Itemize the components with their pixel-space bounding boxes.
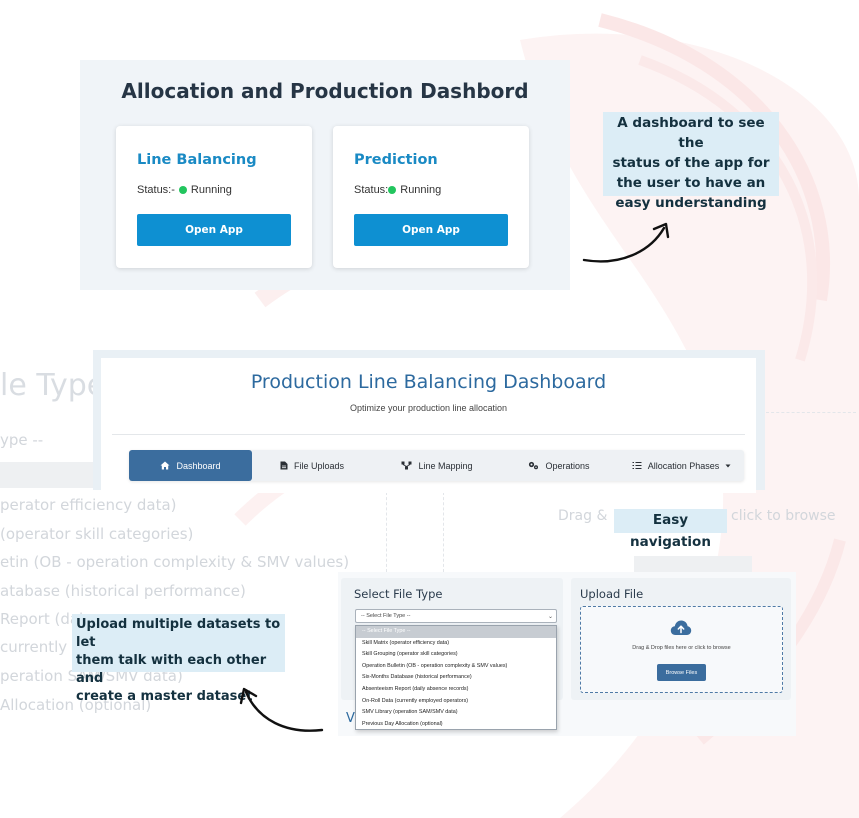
tab-label: File Uploads	[293, 460, 345, 471]
callout-line: the user to have an	[616, 175, 766, 191]
app-card-title: Prediction	[354, 152, 438, 168]
dashboard-subtitle: Optimize your production line allocation	[349, 403, 508, 413]
chevron-down-icon: ⌄	[547, 614, 553, 620]
ghost-line: etin (OB - operation complexity & SMV va…	[0, 553, 350, 571]
caret-down-icon	[725, 464, 731, 467]
status-value: Running	[400, 184, 442, 196]
status-row: Status: Running	[354, 184, 441, 196]
tab-file-uploads[interactable]: File Uploads	[257, 450, 367, 481]
nav-bar: Dashboard File Uploads Line Mapping Oper…	[129, 450, 744, 481]
open-app-button[interactable]: Open App	[354, 214, 508, 246]
status-dot-icon	[388, 186, 397, 194]
ghost-drag-hint: Drag &	[558, 508, 608, 524]
callout-line: them talk with each other and	[76, 653, 267, 686]
callout-line: status of the app for	[612, 155, 770, 171]
list-icon	[632, 461, 642, 470]
callout-upload: Upload multiple datasets to let them tal…	[72, 614, 285, 704]
cloud-upload-icon	[670, 620, 692, 635]
callout-line: Upload multiple datasets to let	[76, 617, 281, 650]
arrow-icon	[239, 687, 324, 732]
file-type-title: Select File Type	[354, 587, 443, 601]
gears-icon	[529, 461, 539, 470]
dropdown-option[interactable]: Skill Matrix (operator efficiency data)	[356, 638, 556, 650]
production-dashboard-panel: Production Line Balancing Dashboard Opti…	[101, 358, 756, 493]
ghost-drag-hint: click to browse	[731, 508, 836, 524]
app-card-prediction: Prediction Status: Running Open App	[333, 126, 529, 268]
tab-dashboard[interactable]: Dashboard	[129, 450, 252, 481]
open-app-button[interactable]: Open App	[137, 214, 291, 246]
dropdown-option[interactable]: SMV Library (operation SAM/SMV data)	[356, 707, 556, 719]
partial-text: V	[346, 711, 355, 726]
dropdown-option[interactable]: -- Select File Type --	[356, 626, 556, 638]
ghost-title: le Type	[0, 368, 106, 403]
ghost-line: (operator skill categories)	[0, 525, 194, 543]
dropdown-option[interactable]: Previous Day Allocation (optional)	[356, 719, 556, 731]
status-row: Status:- Running	[137, 184, 232, 196]
tab-label: Allocation Phases	[647, 460, 720, 471]
file-type-select[interactable]: -- Select File Type -- ⌄	[355, 609, 557, 623]
ghost-divider	[766, 412, 856, 413]
ghost-select-bar	[0, 462, 100, 488]
callout-line: easy understanding	[615, 195, 767, 211]
file-type-dropdown: -- Select File Type -- Skill Matrix (ope…	[355, 625, 557, 730]
status-value: Running	[190, 184, 232, 196]
ghost-line: atabase (historical performance)	[0, 582, 246, 600]
dashboard-title: Production Line Balancing Dashboard	[250, 371, 607, 393]
tab-line-mapping[interactable]: Line Mapping	[377, 450, 497, 481]
dropdown-option[interactable]: Operation Bulletin (OB - operation compl…	[356, 661, 556, 673]
tab-operations[interactable]: Operations	[504, 450, 614, 481]
arrow-icon	[582, 222, 670, 263]
app-card-line-balancing: Line Balancing Status:- Running Open App	[116, 126, 312, 268]
allocation-dashboard-panel: Allocation and Production Dashbord Line …	[80, 60, 570, 290]
ghost-line: Report (dai	[0, 610, 84, 628]
status-label: Status:-	[137, 184, 175, 196]
callout-line: A dashboard to see the	[617, 115, 765, 151]
app-card-title: Line Balancing	[137, 152, 257, 168]
upload-file-title: Upload File	[580, 587, 644, 601]
tab-label: Operations	[545, 460, 590, 471]
select-value: -- Select File Type --	[361, 613, 411, 619]
status-label: Status:	[354, 184, 389, 196]
tab-label: Line Mapping	[418, 460, 473, 471]
ghost-divider	[443, 492, 444, 572]
dropdown-option[interactable]: Absenteeism Report (daily absence record…	[356, 684, 556, 696]
dropdown-option[interactable]: On-Roll Data (currently employed operato…	[356, 696, 556, 708]
divider	[112, 434, 745, 435]
browse-files-button[interactable]: Browse Files	[657, 664, 706, 681]
dropdown-option[interactable]: Skill Grouping (operator skill categorie…	[356, 649, 556, 661]
dropzone-text: Drag & Drop files here or click to brows…	[632, 645, 731, 651]
tab-label: Dashboard	[176, 460, 221, 471]
ghost-select-hint: ype --	[0, 431, 44, 449]
ghost-line: perator efficiency data)	[0, 496, 177, 514]
network-icon	[401, 461, 412, 470]
dropdown-option[interactable]: Six-Months Database (historical performa…	[356, 672, 556, 684]
tab-allocation-phases[interactable]: Allocation Phases	[619, 450, 744, 481]
page-title: Allocation and Production Dashbord	[121, 79, 529, 103]
ghost-line: currently e	[0, 638, 82, 656]
ghost-divider	[386, 492, 387, 572]
callout-navigation: Easy navigation	[614, 509, 727, 550]
file-icon	[280, 461, 288, 470]
status-dot-icon	[178, 186, 187, 194]
home-icon	[160, 461, 170, 470]
callout-dashboard: A dashboard to see the status of the app…	[603, 112, 779, 211]
